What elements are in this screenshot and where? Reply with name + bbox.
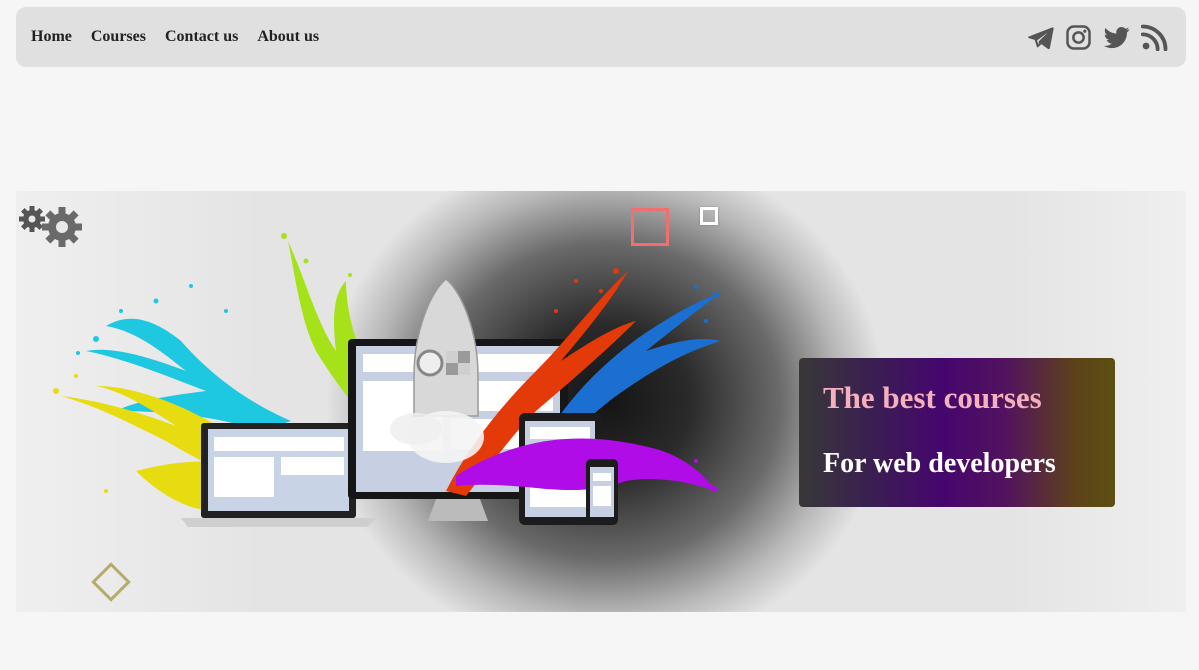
gears-icon bbox=[19, 206, 82, 247]
nav-link-courses[interactable]: Courses bbox=[91, 28, 146, 46]
top-navbar: Home Courses Contact us About us bbox=[16, 7, 1186, 67]
nav-links: Home Courses Contact us About us bbox=[31, 7, 319, 67]
hero-banner: The best courses For web developers bbox=[16, 191, 1186, 612]
telegram-icon[interactable] bbox=[1027, 24, 1054, 51]
phone bbox=[586, 459, 618, 525]
hero-illustration bbox=[53, 233, 721, 527]
social-links bbox=[1027, 7, 1168, 67]
laptop bbox=[181, 423, 376, 527]
nav-link-contact-us[interactable]: Contact us bbox=[165, 28, 238, 46]
rss-icon[interactable] bbox=[1141, 24, 1168, 51]
instagram-icon[interactable] bbox=[1065, 24, 1092, 51]
square-outline-red bbox=[631, 208, 669, 246]
nav-link-home[interactable]: Home bbox=[31, 28, 72, 46]
nav-link-about-us[interactable]: About us bbox=[257, 28, 319, 46]
twitter-icon[interactable] bbox=[1103, 24, 1130, 51]
promo-box: The best courses For web developers bbox=[799, 358, 1115, 507]
square-outline-white bbox=[700, 207, 718, 225]
hero-title: The best courses bbox=[823, 380, 1042, 415]
hero-subtitle: For web developers bbox=[823, 448, 1056, 479]
